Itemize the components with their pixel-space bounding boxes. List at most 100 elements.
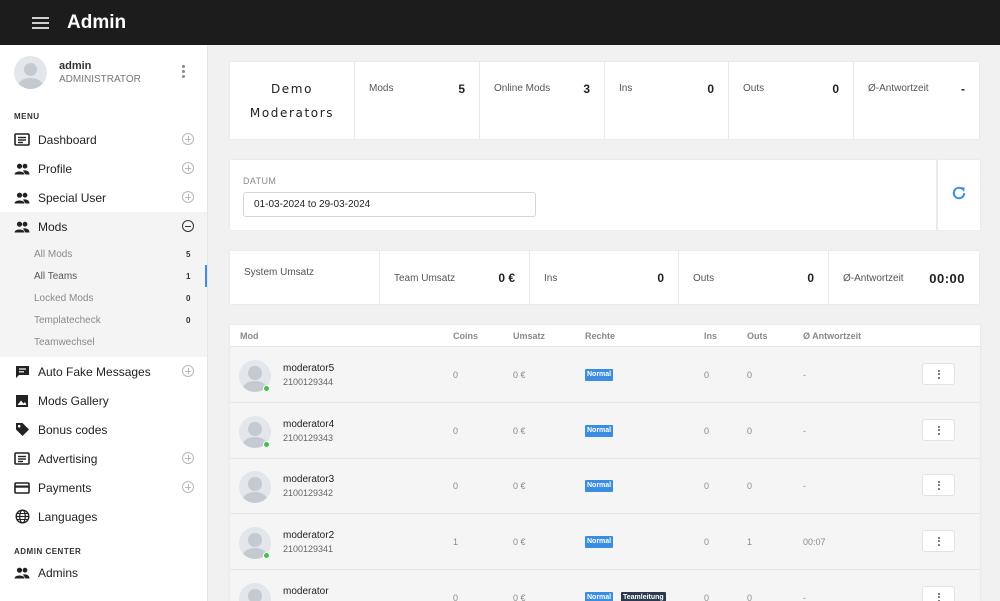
row-actions-button[interactable]: [922, 530, 955, 552]
submenu-count: 0: [186, 315, 191, 325]
sidebar-item-admins[interactable]: Admins: [0, 558, 207, 587]
column-header-antwortzeit[interactable]: Ø Antwortzeit: [803, 331, 861, 341]
sidebar-item-label: Special User: [38, 190, 107, 205]
stat-ins: Ins 0: [604, 62, 728, 139]
sidebar-item-dashboard[interactable]: Dashboard: [0, 125, 207, 154]
expand-plus-icon[interactable]: [182, 133, 194, 145]
submenu-item-templatecheck[interactable]: Templatecheck 0: [0, 309, 207, 331]
rights-badge: Normal: [585, 425, 614, 437]
row-actions-button[interactable]: [922, 586, 955, 601]
online-status-icon: [263, 385, 270, 392]
mod-name[interactable]: moderator2: [283, 530, 334, 541]
row-actions-button[interactable]: [922, 363, 955, 385]
submenu-label: Locked Mods: [34, 292, 94, 304]
submenu-item-all-mods[interactable]: All Mods 5: [0, 243, 207, 265]
column-header-coins[interactable]: Coins: [453, 331, 478, 341]
submenu-item-teamwechsel[interactable]: Teamwechsel: [0, 331, 207, 353]
date-filter-card: DATUM 01-03-2024 to 29-03-2024: [230, 160, 936, 230]
stat-label: Outs: [693, 273, 715, 284]
expand-plus-icon[interactable]: [182, 481, 194, 493]
expand-plus-icon[interactable]: [182, 452, 194, 464]
sidebar-item-label: Admins: [38, 565, 79, 580]
sidebar-item-label: Dashboard: [38, 132, 97, 147]
ins-cell: 0: [704, 537, 710, 547]
sidebar-item-special-user[interactable]: Special User: [0, 183, 207, 212]
sidebar-item-languages[interactable]: Languages: [0, 502, 207, 531]
stat-label: Outs: [743, 83, 765, 94]
credit-card-icon: [14, 481, 30, 495]
sidebar-item-label: Mods Gallery: [38, 393, 109, 408]
row-actions-button[interactable]: [922, 419, 955, 441]
system-revenue-label: System Umsatz: [244, 267, 315, 278]
table-row: moderator 0 0 € Normal Teamleitung 0 0 -: [230, 571, 980, 601]
dashboard-icon: [14, 133, 30, 147]
mod-name[interactable]: moderator3: [283, 474, 334, 485]
column-header-mod[interactable]: Mod: [240, 331, 259, 341]
table-header: Mod Coins Umsatz Rechte Ins Outs Ø Antwo…: [230, 325, 980, 347]
submenu-label: Teamwechsel: [34, 336, 95, 348]
response-time-cell: -: [803, 481, 806, 491]
mod-name[interactable]: moderator4: [283, 419, 334, 430]
stat-online-mods: Online Mods 3: [479, 62, 604, 139]
sidebar-item-payments[interactable]: Payments: [0, 473, 207, 502]
column-header-outs[interactable]: Outs: [747, 331, 768, 341]
stat-value: 0: [832, 82, 839, 96]
hamburger-menu-icon[interactable]: [32, 16, 49, 29]
sidebar-item-advertising[interactable]: Advertising: [0, 444, 207, 473]
stats-card: Demo Moderators Mods 5 Online Mods 3 Ins…: [230, 62, 979, 139]
outs-cell: 0: [747, 426, 753, 436]
row-actions-button[interactable]: [922, 474, 955, 496]
sidebar-item-label: Bonus codes: [38, 422, 108, 437]
mod-id: 2100129342: [283, 488, 334, 498]
submenu-count: 5: [186, 249, 191, 259]
rights-badge: Normal: [585, 592, 614, 601]
column-header-rechte[interactable]: Rechte: [585, 331, 615, 341]
sidebar-item-mods-gallery[interactable]: Mods Gallery: [0, 386, 207, 415]
coins-cell: 0: [453, 426, 459, 436]
sidebar-item-label: Profile: [38, 161, 73, 176]
outs-cell: 0: [747, 593, 753, 601]
globe-icon: [14, 509, 30, 524]
submenu-item-all-teams[interactable]: All Teams 1: [0, 265, 207, 287]
expand-plus-icon[interactable]: [182, 365, 194, 377]
umsatz-cell: 0 €: [513, 593, 526, 601]
sidebar-item-mods[interactable]: Mods: [0, 212, 207, 241]
column-header-umsatz[interactable]: Umsatz: [513, 331, 545, 341]
mod-name[interactable]: moderator5: [283, 363, 334, 374]
online-status-icon: [263, 441, 270, 448]
user-menu-icon[interactable]: [180, 65, 186, 78]
column-header-ins[interactable]: Ins: [704, 331, 717, 341]
expand-plus-icon[interactable]: [182, 191, 194, 203]
stat-label: Team Umsatz: [394, 273, 456, 284]
app-title: Admin: [67, 11, 127, 33]
collapse-minus-icon[interactable]: [182, 220, 194, 232]
online-status-icon: [263, 552, 270, 559]
user-panel: admin ADMINISTRATOR: [0, 45, 207, 100]
submenu-item-locked-mods[interactable]: Locked Mods 0: [0, 287, 207, 309]
sidebar-item-profile[interactable]: Profile: [0, 154, 207, 183]
stats-title-line1: Demo: [270, 82, 314, 96]
stat-avg-response: Ø-Antwortzeit -: [853, 62, 979, 139]
stat-value: 5: [458, 82, 465, 96]
mod-id: 2100129344: [283, 377, 334, 387]
team-revenue: Team Umsatz 0 €: [379, 251, 529, 304]
stat-value: 0: [657, 271, 664, 285]
sidebar-item-auto-fake-messages[interactable]: Auto Fake Messages: [0, 357, 207, 386]
coins-cell: 0: [453, 481, 459, 491]
expand-plus-icon[interactable]: [182, 162, 194, 174]
umsatz-cell: 0 €: [513, 481, 526, 491]
rights-badge: Normal: [585, 536, 614, 548]
avatar: [239, 471, 271, 503]
date-range-input[interactable]: 01-03-2024 to 29-03-2024: [243, 192, 536, 217]
sidebar-item-bonus-codes[interactable]: Bonus codes: [0, 415, 207, 444]
mod-name[interactable]: moderator: [283, 586, 329, 597]
outs-cell: 0: [747, 481, 753, 491]
stat-value: 3: [583, 82, 590, 96]
stat-label: Ø-Antwortzeit: [843, 273, 904, 284]
rights-badge-lead: Teamleitung: [621, 592, 666, 601]
response-time-cell: -: [803, 593, 806, 601]
refresh-button[interactable]: [938, 160, 980, 230]
advertising-icon: [14, 452, 30, 466]
ins-cell: 0: [704, 426, 710, 436]
users-icon: [14, 191, 30, 205]
